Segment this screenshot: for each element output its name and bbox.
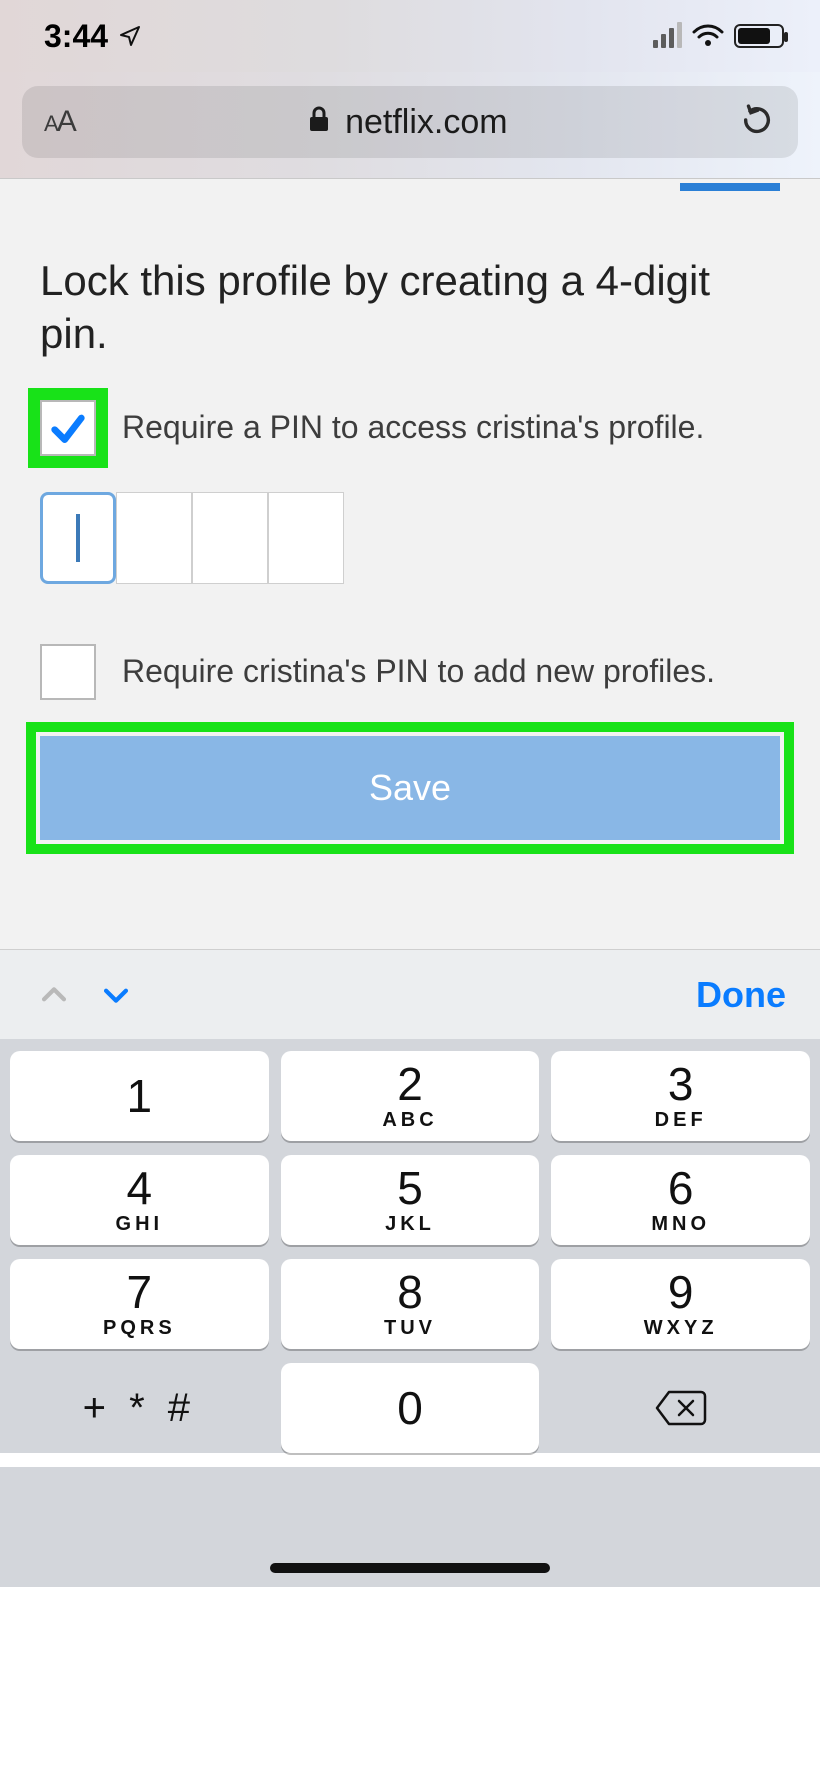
- key-2-label: 2: [397, 1061, 423, 1107]
- key-9[interactable]: 9WXYZ: [551, 1259, 810, 1349]
- pin-digit-2[interactable]: [116, 492, 192, 584]
- key-0[interactable]: 0: [281, 1363, 540, 1453]
- backspace-icon: [653, 1388, 709, 1428]
- key-8[interactable]: 8TUV: [281, 1259, 540, 1349]
- key-5[interactable]: 5JKL: [281, 1155, 540, 1245]
- key-1-label: 1: [127, 1073, 153, 1119]
- key-3-label: 3: [668, 1061, 694, 1107]
- key-8-label: 8: [397, 1269, 423, 1315]
- key-3-subtext: DEF: [655, 1109, 707, 1132]
- label-require-pin-access: Require a PIN to access cristina's profi…: [122, 400, 704, 449]
- key-2-subtext: ABC: [382, 1109, 437, 1132]
- key-4-subtext: GHI: [116, 1213, 164, 1236]
- key-8-subtext: TUV: [384, 1317, 436, 1340]
- status-time: 3:44: [44, 18, 108, 55]
- prev-field-button[interactable]: [34, 975, 74, 1015]
- save-button-highlight: Save: [40, 736, 780, 840]
- key-9-label: 9: [668, 1269, 694, 1315]
- save-button[interactable]: Save: [40, 736, 780, 840]
- wifi-icon: [692, 24, 724, 48]
- cellular-signal-icon: [653, 24, 682, 48]
- numeric-keypad: 12ABC3DEF4GHI5JKL6MNO7PQRS8TUV9WXYZ + * …: [0, 1039, 820, 1453]
- home-indicator[interactable]: [270, 1563, 550, 1573]
- pin-digit-1[interactable]: [40, 492, 116, 584]
- reload-button[interactable]: [740, 103, 774, 142]
- browser-toolbar: AA netflix.com: [0, 72, 820, 179]
- check-icon: [48, 408, 88, 448]
- home-indicator-area: [0, 1467, 820, 1587]
- page-content: Lock this profile by creating a 4-digit …: [0, 179, 820, 949]
- key-1[interactable]: 1: [10, 1051, 269, 1141]
- checkbox-require-pin-add-profiles[interactable]: [40, 644, 96, 700]
- pin-digit-3[interactable]: [192, 492, 268, 584]
- key-5-subtext: JKL: [385, 1213, 435, 1236]
- key-9-subtext: WXYZ: [644, 1317, 718, 1340]
- battery-icon: [734, 24, 784, 48]
- url-domain: netflix.com: [345, 103, 508, 142]
- key-6-subtext: MNO: [651, 1213, 710, 1236]
- lock-icon: [307, 103, 331, 142]
- key-7-label: 7: [127, 1269, 153, 1315]
- key-7[interactable]: 7PQRS: [10, 1259, 269, 1349]
- key-backspace[interactable]: [551, 1363, 810, 1453]
- address-bar[interactable]: AA netflix.com: [22, 86, 798, 158]
- url-display[interactable]: netflix.com: [307, 103, 508, 142]
- keyboard-accessory-bar: Done: [0, 949, 820, 1039]
- status-icons: [653, 24, 784, 48]
- key-6-label: 6: [668, 1165, 694, 1211]
- pin-digit-4[interactable]: [268, 492, 344, 584]
- status-left: 3:44: [44, 18, 142, 55]
- key-2[interactable]: 2ABC: [281, 1051, 540, 1141]
- status-bar: 3:44: [0, 0, 820, 72]
- key-6[interactable]: 6MNO: [551, 1155, 810, 1245]
- location-arrow-icon: [118, 24, 142, 48]
- tab-indicator: [680, 183, 780, 191]
- keyboard-done-button[interactable]: Done: [696, 974, 786, 1016]
- key-5-label: 5: [397, 1165, 423, 1211]
- page-title: Lock this profile by creating a 4-digit …: [40, 179, 780, 400]
- checkbox-require-pin-access[interactable]: [40, 400, 96, 456]
- key-0-label: 0: [397, 1385, 423, 1431]
- key-symbols-label: + * #: [83, 1388, 196, 1428]
- key-4[interactable]: 4GHI: [10, 1155, 269, 1245]
- key-4-label: 4: [127, 1165, 153, 1211]
- option-require-pin-add-profiles: Require cristina's PIN to add new profil…: [40, 644, 780, 700]
- label-require-pin-add-profiles: Require cristina's PIN to add new profil…: [122, 644, 715, 693]
- pin-input-group: [40, 492, 780, 584]
- option-require-pin-access: Require a PIN to access cristina's profi…: [40, 400, 780, 456]
- reader-mode-button[interactable]: AA: [44, 105, 75, 139]
- next-field-button[interactable]: [96, 975, 136, 1015]
- key-symbols[interactable]: + * #: [10, 1363, 269, 1453]
- key-3[interactable]: 3DEF: [551, 1051, 810, 1141]
- text-cursor: [76, 514, 80, 562]
- key-7-subtext: PQRS: [103, 1317, 176, 1340]
